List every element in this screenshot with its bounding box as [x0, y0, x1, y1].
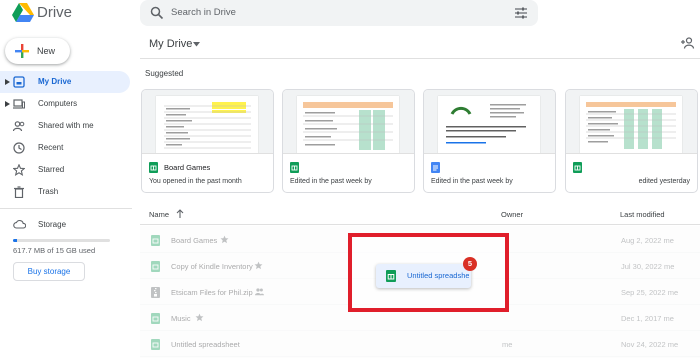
- suggested-card[interactable]: Board Games You opened in the past month: [141, 89, 274, 193]
- google-drive-logo[interactable]: [12, 3, 34, 22]
- top-bar: Drive Search in Drive: [0, 0, 700, 30]
- storage-usage-bar: [13, 239, 110, 242]
- file-last-modified: Dec 1, 2017 me: [621, 314, 674, 323]
- sidebar-item-starred[interactable]: Starred: [0, 159, 130, 181]
- storage-usage-fill: [13, 239, 17, 242]
- sheets-icon: [151, 261, 160, 272]
- file-thumbnail: [566, 90, 697, 154]
- shared-icon: [13, 121, 25, 132]
- sidebar-item-shared-with-me[interactable]: Shared with me: [0, 115, 130, 137]
- new-button-label: New: [37, 46, 56, 56]
- sheets-icon: [290, 162, 299, 173]
- computer-icon: [13, 99, 25, 109]
- star-icon: [13, 164, 25, 176]
- file-owner: me: [502, 340, 513, 349]
- shared-people-icon: [255, 288, 264, 296]
- dragged-file-name: Untitled spreadsheet: [407, 271, 469, 280]
- starred-icon: [254, 261, 263, 270]
- sort-arrow-up-icon[interactable]: [176, 209, 184, 218]
- column-last-modified[interactable]: Last modified: [620, 210, 665, 219]
- table-row[interactable]: Untitled spreadsheet me Nov 24, 2022 me: [140, 331, 700, 357]
- sidebar-item-label: Starred: [38, 165, 65, 174]
- sheets-icon: [149, 162, 158, 173]
- file-thumbnail: [424, 90, 555, 154]
- search-bar[interactable]: Search in Drive: [140, 0, 538, 26]
- sidebar-divider: [0, 208, 132, 209]
- card-activity: You opened in the past month: [149, 178, 242, 185]
- sidebar-item-label: Computers: [38, 99, 78, 108]
- dragged-file-chip[interactable]: Untitled spreadsheet: [376, 264, 471, 288]
- file-thumbnail: [142, 90, 273, 154]
- card-file-name: Board Games: [164, 163, 211, 172]
- spreadsheet-preview: [580, 96, 682, 153]
- app-name: Drive: [37, 4, 73, 21]
- search-options-icon[interactable]: [514, 6, 528, 20]
- card-activity: Edited in the past week by: [431, 178, 513, 185]
- search-icon[interactable]: [150, 6, 164, 20]
- column-owner[interactable]: Owner: [501, 210, 523, 219]
- suggested-card[interactable]: edited yesterday: [565, 89, 698, 193]
- file-last-modified: Nov 24, 2022 me: [621, 340, 679, 349]
- clock-icon: [13, 142, 25, 154]
- file-list-header: Name Owner Last modified: [140, 205, 700, 225]
- expand-caret-icon[interactable]: [5, 101, 10, 107]
- sheets-icon: [151, 235, 160, 246]
- file-last-modified: Sep 25, 2022 me: [621, 288, 679, 297]
- suggested-heading: Suggested: [145, 69, 184, 78]
- starred-icon: [220, 235, 229, 244]
- sidebar-item-my-drive[interactable]: My Drive: [0, 71, 130, 93]
- expand-caret-icon[interactable]: [5, 79, 10, 85]
- sidebar-item-label: Recent: [38, 143, 64, 152]
- sheets-icon: [151, 313, 160, 324]
- starred-icon: [195, 313, 204, 322]
- new-button[interactable]: New: [5, 38, 70, 64]
- file-thumbnail: [283, 90, 414, 154]
- card-activity: edited yesterday: [638, 178, 690, 185]
- spreadsheet-preview: [297, 96, 399, 153]
- sidebar-item-trash[interactable]: Trash: [0, 181, 130, 203]
- drag-count-badge: 5: [463, 257, 477, 271]
- sidebar-item-computers[interactable]: Computers: [0, 93, 130, 115]
- buy-storage-button[interactable]: Buy storage: [13, 262, 85, 281]
- search-input[interactable]: Search in Drive: [171, 7, 236, 18]
- plus-icon: [15, 44, 29, 58]
- drive-icon: [13, 76, 25, 88]
- file-last-modified: Jul 30, 2022 me: [621, 262, 675, 271]
- file-name: Board Games: [171, 236, 218, 245]
- zip-file-icon: [151, 287, 160, 298]
- suggested-card[interactable]: Edited in the past week by: [282, 89, 415, 193]
- file-name: Etsicam Files for Phil.zip: [171, 288, 253, 297]
- cloud-icon: [13, 219, 26, 229]
- file-name: Music: [171, 314, 191, 323]
- sheets-icon: [386, 270, 396, 282]
- spreadsheet-preview: [156, 96, 258, 153]
- sidebar-item-label: My Drive: [38, 77, 72, 86]
- card-activity: Edited in the past week by: [290, 178, 372, 185]
- header-divider: [140, 58, 700, 59]
- sheets-icon: [151, 339, 160, 350]
- file-name: Untitled spreadsheet: [171, 340, 240, 349]
- storage-used-text: 617.7 MB of 15 GB used: [13, 246, 96, 255]
- trash-icon: [14, 186, 24, 198]
- suggested-card[interactable]: Edited in the past week by: [423, 89, 556, 193]
- sidebar-item-label: Shared with me: [38, 121, 94, 130]
- sidebar-item-recent[interactable]: Recent: [0, 137, 130, 159]
- add-person-icon[interactable]: [681, 37, 695, 49]
- sidebar-item-label: Trash: [38, 187, 59, 196]
- file-last-modified: Aug 2, 2022 me: [621, 236, 674, 245]
- page-title[interactable]: My Drive: [149, 38, 192, 50]
- docs-icon: [431, 162, 440, 173]
- file-name: Copy of Kindle Inventory: [171, 262, 253, 271]
- chevron-down-icon[interactable]: [193, 42, 200, 47]
- document-preview: [438, 96, 540, 153]
- sheets-icon: [573, 162, 582, 173]
- column-name[interactable]: Name: [149, 210, 169, 219]
- storage-label[interactable]: Storage: [38, 220, 66, 229]
